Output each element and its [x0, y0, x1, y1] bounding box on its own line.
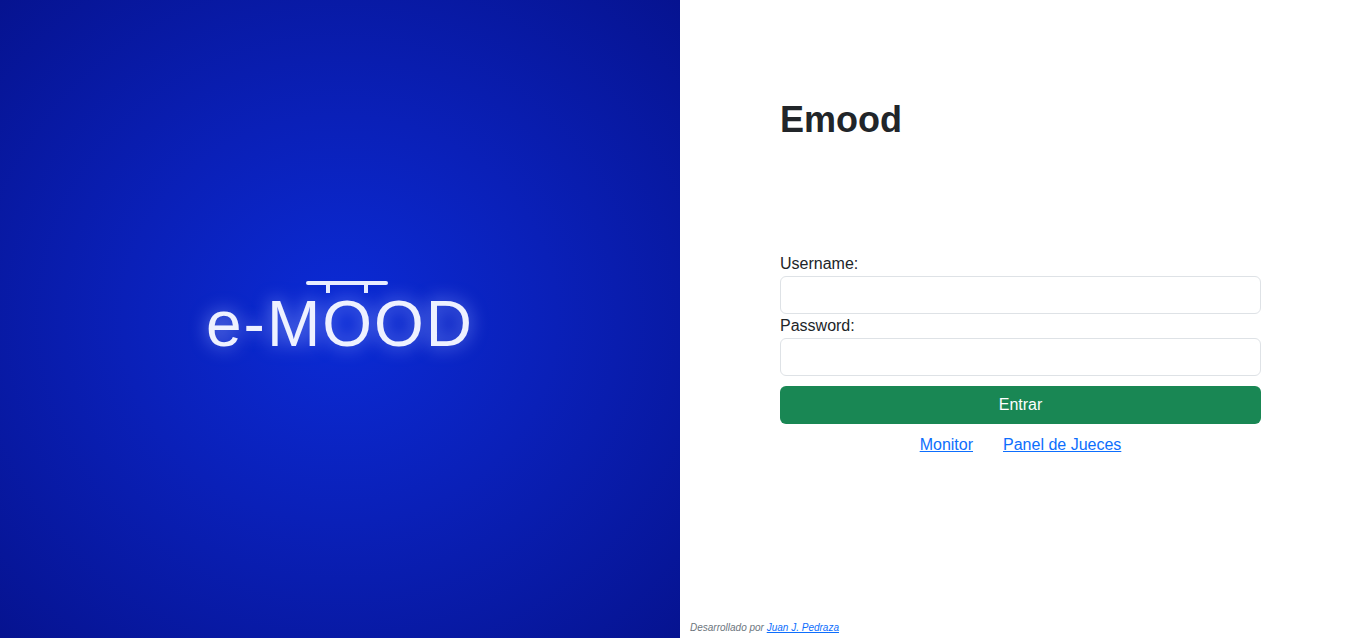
logo-text: e-MOOD [206, 289, 474, 359]
login-panel: Emood Username: Password: Entrar Monitor Pane… [680, 0, 1360, 638]
login-form: Username: Password: Entrar Monitor Panel de … [780, 252, 1261, 456]
links-row: Monitor Panel de Jueces [780, 434, 1261, 456]
field-label: Username: [780, 252, 1261, 276]
password-input[interactable] [780, 338, 1261, 376]
footer: Desarrollado por Juan J. Pedraza [680, 620, 1360, 638]
brand-panel: e-MOOD [0, 0, 680, 638]
form-field: Username: [780, 252, 1261, 314]
nav-link[interactable]: Monitor [920, 434, 973, 456]
submit-button[interactable]: Entrar [780, 386, 1261, 424]
footer-text: Desarrollado por [690, 622, 764, 633]
app-title: Emood [780, 98, 1261, 142]
field-label: Password: [780, 314, 1261, 338]
form-field: Password: [780, 314, 1261, 376]
username-input[interactable] [780, 276, 1261, 314]
brand-logo: e-MOOD [206, 279, 474, 359]
nav-link[interactable]: Panel de Jueces [1003, 434, 1121, 456]
login-page: e-MOOD Emood Username: Password: Entrar Monit… [0, 0, 1360, 638]
author-link[interactable]: Juan J. Pedraza [767, 622, 839, 633]
